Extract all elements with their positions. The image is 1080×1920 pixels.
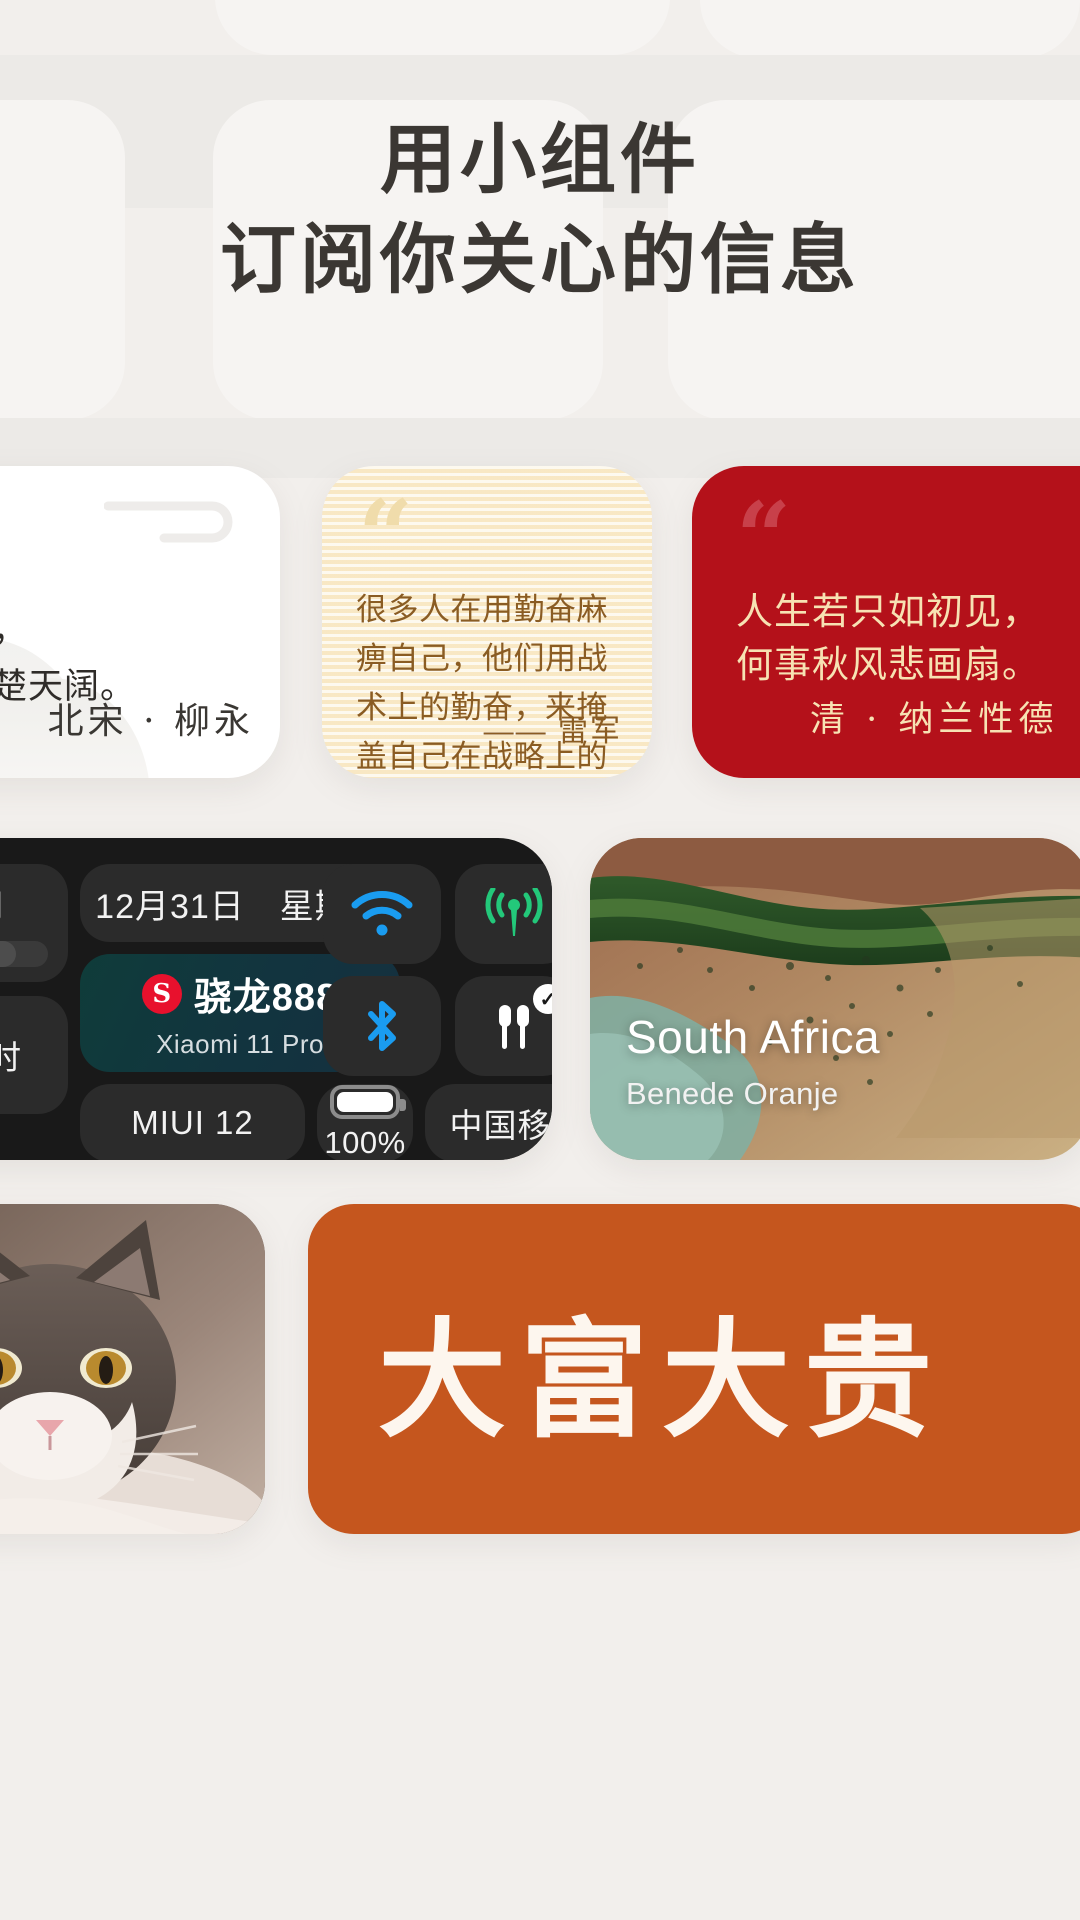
bluetooth-tile[interactable] [323,976,441,1076]
battery-tile[interactable]: 100% [317,1084,413,1160]
page-title-line-2: 订阅你关心的信息 [220,215,860,305]
red-quote-line-1: 人生若只如初见， [736,590,1040,633]
fortune-widget[interactable]: 大富大贵 [308,1204,1080,1534]
photo-widget[interactable] [0,1204,265,1534]
os-version-label: MIUI 12 [131,1104,254,1141]
left-tile-top-label: 用 [0,879,5,927]
progress-fill [0,941,16,967]
map-title: South Africa [626,1011,881,1063]
left-tile-top[interactable]: 用 [0,864,68,982]
poem-text: 念去去， 千里烟波， 暮霭沉沉楚天阔。 [0,546,178,716]
battery-cap [400,1099,406,1111]
wifi-tile[interactable] [323,864,441,964]
airpods-icon [499,1005,529,1049]
page-title-line-1: 用小组件 [380,115,700,204]
cellular-tile[interactable] [455,864,552,964]
map-subtitle: Benede Oranje [626,1076,839,1111]
bg-silhouette-top-center [215,0,670,55]
chipset-row: S 骁龙888 [141,966,339,1021]
red-quote-attribution: 清 · 纳兰性德 [810,700,1059,740]
cellular-signal-icon [485,888,543,936]
poem-line-2: 千里烟波， [0,603,178,660]
battery-percent-label: 100% [324,1125,406,1160]
airpods-tile[interactable]: ✓ [455,976,552,1076]
quote-attribution: —— 雷军 [483,715,622,748]
left-tile-bottom[interactable]: 小时 [0,996,68,1114]
quote-mark-icon: “ [358,479,414,592]
page-title: 用小组件 订阅你关心的信息 [0,110,1080,311]
device-status-widget[interactable]: 用 小时 12月31日 星期一 S 骁龙888 Xiaomi 11 Pro MI… [0,838,552,1160]
device-model: Xiaomi 11 Pro [156,1029,324,1059]
progress-track [0,941,48,967]
widget-showcase-page: 用小组件 订阅你关心的信息 念去去， 千里烟波， 暮霭沉沉楚天阔。 北宋 · 柳… [0,0,1080,1920]
cat-photo [0,1204,265,1534]
quote-widget-red[interactable]: “ 人生若只如初见， 何事秋风悲画扇。 清 · 纳兰性德 [692,466,1080,778]
carrier-label: 中国移动 4G [449,1107,552,1144]
fortune-text: 大富大贵 [378,1305,947,1456]
battery-icon [330,1085,406,1119]
poetry-widget[interactable]: 念去去， 千里烟波， 暮霭沉沉楚天阔。 北宋 · 柳永 [0,466,280,778]
battery-fill [337,1092,393,1112]
cloud-icon [104,501,233,543]
left-tile-bottom-label: 小时 [0,1039,22,1076]
map-widget[interactable]: South Africa Benede Oranje [590,838,1080,1160]
quote-widget-cream[interactable]: “ 很多人在用勤奋麻痹自己，他们用战术上的勤奋，来掩盖自己在战略上的懒惰。 ——… [322,466,652,778]
bluetooth-icon [368,1001,396,1051]
red-quote-line-2: 何事秋风悲画扇。 [736,642,1040,686]
os-version-tile[interactable]: MIUI 12 [80,1084,305,1160]
poem-author: 北宋 · 柳永 [47,701,254,742]
snapdragon-logo-icon: S [141,973,182,1014]
wifi-icon [351,891,413,936]
poem-line-1: 念去去， [0,546,178,603]
carrier-tile[interactable]: 中国移动 4G [425,1084,552,1160]
chipset-name: 骁龙888 [193,977,339,1019]
red-quote-body: 人生若只如初见， 何事秋风悲画扇。 [736,586,1080,691]
bg-silhouette-top-right [700,0,1080,58]
quote-mark-icon: “ [736,481,792,594]
